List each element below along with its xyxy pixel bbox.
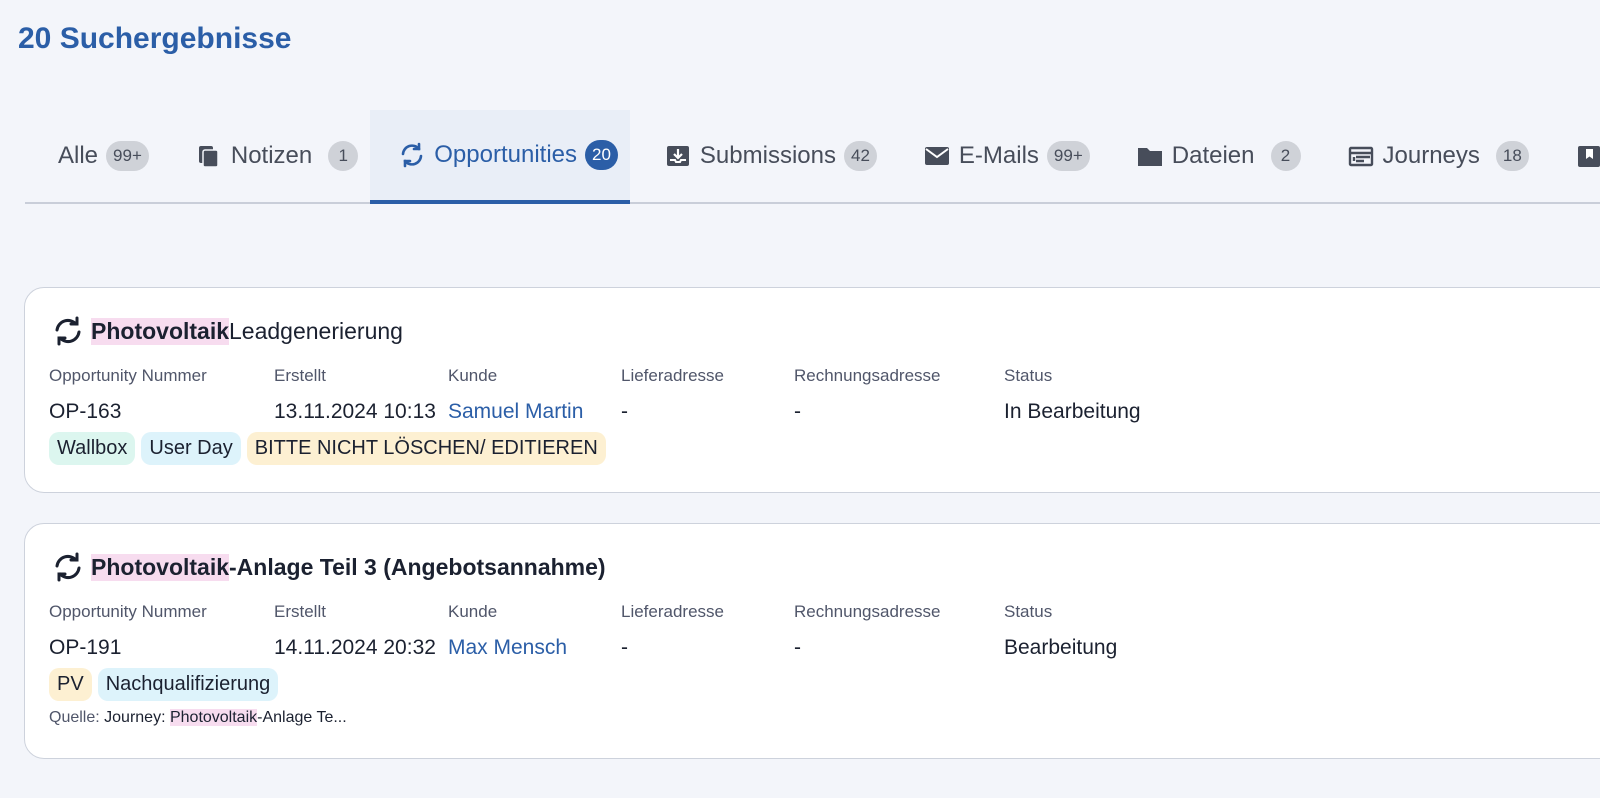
field-created: Erstellt 13.11.2024 10:13 <box>274 366 436 424</box>
tab-journeys[interactable]: Journeys 18 <box>1313 110 1541 202</box>
field-value: OP-163 <box>49 400 122 423</box>
field-number: Opportunity Nummer OP-163 <box>49 366 207 424</box>
page-title: 20 Suchergebnisse <box>18 22 292 55</box>
field-label: Opportunity Nummer <box>49 366 207 385</box>
refresh-icon <box>398 141 426 169</box>
source-rest[interactable]: -Anlage Te... <box>257 709 347 726</box>
field-number: Opportunity Nummer OP-191 <box>49 602 207 660</box>
tag-list: Wallbox User Day BITTE NICHT LÖSCHEN/ ED… <box>49 432 606 465</box>
tag: Nachqualifizierung <box>97 668 279 701</box>
field-label: Rechnungsadresse <box>794 602 941 621</box>
field-delivery: Lieferadresse - <box>621 366 724 424</box>
field-label: Opportunity Nummer <box>49 602 207 621</box>
tab-dateien[interactable]: Dateien 2 <box>1102 110 1313 202</box>
count-badge: 99+ <box>1046 141 1090 171</box>
tab-notizen[interactable]: Notizen 1 <box>161 110 370 202</box>
notes-icon <box>195 142 223 170</box>
field-customer: Kunde Samuel Martin <box>448 366 583 424</box>
field-value: In Bearbeitung <box>1004 400 1141 423</box>
field-value: OP-191 <box>49 636 122 659</box>
source-highlight: Photovoltaik <box>169 709 258 726</box>
tab-bookmarks[interactable] <box>1541 110 1600 202</box>
tab-submissions[interactable]: Submissions 42 <box>630 110 889 202</box>
field-value: 14.11.2024 20:32 <box>274 636 436 659</box>
tag: Wallbox <box>49 432 136 465</box>
field-label: Lieferadresse <box>621 366 725 385</box>
folder-icon <box>1136 142 1164 170</box>
customer-link[interactable]: Max Mensch <box>448 636 567 660</box>
tab-emails[interactable]: E-Mails 99+ <box>889 110 1102 202</box>
opportunity-card[interactable]: Photovoltaik Leadgenerierung Opportunity… <box>24 287 1600 493</box>
field-label: Rechnungsadresse <box>794 366 941 385</box>
tag: PV <box>49 668 92 701</box>
opportunity-title[interactable]: Photovoltaik -Anlage Teil 3 (Angebotsanna… <box>51 550 606 584</box>
tab-label: Journeys <box>1382 142 1480 169</box>
field-label: Erstellt <box>274 366 326 385</box>
count-badge: 18 <box>1495 141 1529 171</box>
field-label: Status <box>1004 602 1053 621</box>
field-status: Status In Bearbeitung <box>1004 366 1141 424</box>
field-value: - <box>794 636 801 659</box>
opportunity-title[interactable]: Photovoltaik Leadgenerierung <box>51 314 403 348</box>
field-created: Erstellt 14.11.2024 20:32 <box>274 602 436 660</box>
source-label: Quelle: <box>49 709 100 726</box>
title-highlight: Photovoltaik <box>91 317 230 345</box>
tag: User Day <box>141 432 241 465</box>
title-highlight: Photovoltaik <box>91 553 230 581</box>
field-value: 13.11.2024 10:13 <box>274 400 436 423</box>
field-value: Bearbeitung <box>1004 636 1118 659</box>
count-badge: 99+ <box>106 141 149 171</box>
mail-icon <box>923 142 951 170</box>
field-value: - <box>621 400 628 423</box>
field-billing: Rechnungsadresse - <box>794 366 940 424</box>
tab-label: Opportunities <box>434 141 577 168</box>
inbox-download-icon <box>664 142 692 170</box>
field-value: - <box>621 636 628 659</box>
bookmark-icon <box>1575 142 1600 170</box>
source-prefix: Journey: <box>104 709 170 726</box>
field-delivery: Lieferadresse - <box>621 602 724 660</box>
field-value: - <box>794 400 801 423</box>
tab-label: E-Mails <box>958 142 1039 169</box>
field-status: Status Bearbeitung <box>1004 602 1117 660</box>
count-badge: 2 <box>1270 141 1301 171</box>
count-badge: 20 <box>585 140 618 170</box>
result-tabs: Alle 99+ Notizen 1 Opportunities 20 Subm… <box>25 110 1600 204</box>
journey-window-icon <box>1347 142 1375 170</box>
tab-opportunities[interactable]: Opportunities 20 <box>370 110 630 204</box>
field-label: Status <box>1004 366 1053 385</box>
tab-label: Dateien <box>1171 142 1255 169</box>
tab-label: Submissions <box>699 142 836 169</box>
field-label: Kunde <box>448 366 498 385</box>
field-label: Kunde <box>448 602 498 621</box>
field-billing: Rechnungsadresse - <box>794 602 940 660</box>
tag: BITTE NICHT LÖSCHEN/ EDITIEREN <box>246 432 606 465</box>
title-rest: Leadgenerierung <box>229 317 403 344</box>
refresh-icon <box>51 314 85 348</box>
title-rest: -Anlage Teil 3 (Angebotsannahme) <box>229 553 606 580</box>
field-label: Lieferadresse <box>621 602 725 621</box>
refresh-icon <box>51 550 85 584</box>
tab-label: Alle <box>58 142 99 169</box>
tab-label: Notizen <box>230 142 313 169</box>
customer-link[interactable]: Samuel Martin <box>448 400 583 424</box>
opportunity-card[interactable]: Photovoltaik -Anlage Teil 3 (Angebotsanna… <box>24 523 1600 759</box>
count-badge: 1 <box>328 141 359 171</box>
count-badge: 42 <box>843 141 877 171</box>
tag-list: PV Nachqualifizierung <box>49 668 279 701</box>
tab-alle[interactable]: Alle 99+ <box>25 110 161 202</box>
source-line: Quelle: Journey: Photovoltaik-Anlage Te.… <box>49 709 347 727</box>
field-label: Erstellt <box>274 602 326 621</box>
field-customer: Kunde Max Mensch <box>448 602 567 660</box>
